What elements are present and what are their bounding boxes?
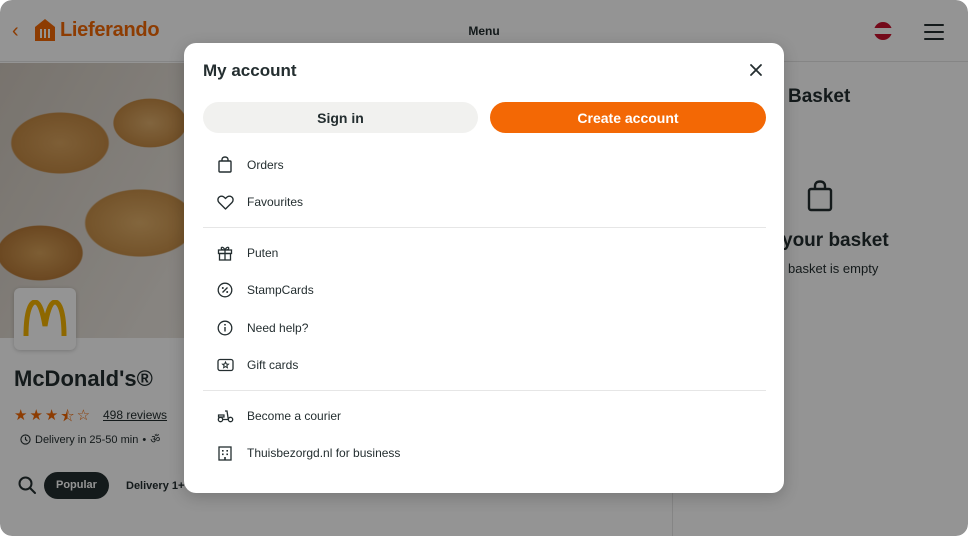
menu-item-label: StampCards <box>247 283 314 298</box>
menu-item-favourites[interactable]: Favourites <box>203 184 766 222</box>
gift-card-icon <box>216 356 234 374</box>
menu-item-label: Orders <box>247 157 284 172</box>
info-icon <box>216 319 234 337</box>
bag-icon <box>216 156 234 174</box>
divider <box>203 227 766 228</box>
divider <box>203 390 766 391</box>
modal-title: My account <box>203 61 297 80</box>
menu-item-become-courier[interactable]: Become a courier <box>203 397 766 435</box>
menu-item-label: Thuisbezorgd.nl for business <box>247 446 401 461</box>
menu-item-label: Need help? <box>247 320 309 335</box>
menu-item-gift-cards[interactable]: Gift cards <box>203 347 766 385</box>
scooter-icon <box>216 407 234 425</box>
gift-icon <box>216 244 234 262</box>
menu-item-puten[interactable]: Puten <box>203 234 766 272</box>
account-menu: Orders Favourites Puten StampCards Need … <box>203 146 766 472</box>
menu-item-label: Puten <box>247 245 279 260</box>
account-modal: My account Sign in Create account Orders… <box>184 43 784 493</box>
create-account-button[interactable]: Create account <box>490 102 766 133</box>
menu-item-label: Become a courier <box>247 408 342 423</box>
sign-in-button[interactable]: Sign in <box>203 102 478 133</box>
menu-item-need-help[interactable]: Need help? <box>203 309 766 347</box>
menu-item-stampcards[interactable]: StampCards <box>203 272 766 310</box>
menu-item-business[interactable]: Thuisbezorgd.nl for business <box>203 435 766 473</box>
menu-item-orders[interactable]: Orders <box>203 146 766 184</box>
stamp-icon <box>216 281 234 299</box>
building-icon <box>216 444 234 462</box>
heart-icon <box>216 193 234 211</box>
close-icon[interactable] <box>746 60 766 80</box>
menu-item-label: Gift cards <box>247 358 299 373</box>
menu-item-label: Favourites <box>247 195 304 210</box>
